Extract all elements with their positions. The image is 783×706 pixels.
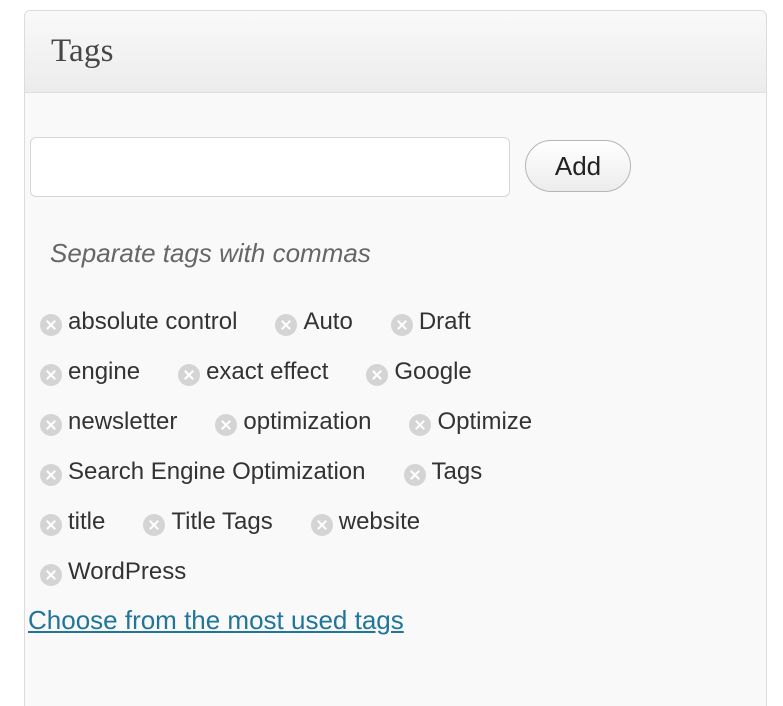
panel-title: Tags — [51, 33, 114, 69]
remove-tag-icon[interactable] — [403, 464, 426, 486]
tag-label: WordPress — [68, 558, 187, 585]
tag-item: Auto — [275, 308, 353, 336]
tag-label: newsletter — [68, 408, 178, 435]
tag-label: exact effect — [206, 358, 329, 385]
tag-label: Search Engine Optimization — [68, 458, 366, 485]
tag-item: optimization — [215, 408, 371, 436]
tag-label: absolute control — [68, 308, 238, 335]
remove-tag-icon[interactable] — [390, 314, 413, 336]
remove-tag-icon[interactable] — [409, 414, 432, 436]
tag-label: Title Tags — [171, 508, 273, 535]
remove-tag-icon[interactable] — [366, 364, 389, 386]
remove-tag-icon[interactable] — [40, 514, 62, 536]
add-tag-button[interactable]: Add — [525, 140, 631, 192]
tag-row: engine exact effect Google — [40, 347, 730, 397]
tag-item: title — [40, 508, 105, 536]
tag-item: Search Engine Optimization — [40, 458, 366, 486]
remove-tag-icon[interactable] — [40, 564, 62, 586]
tag-item: website — [310, 508, 421, 536]
tag-label: Tags — [431, 458, 483, 485]
tag-item: absolute control — [40, 308, 237, 336]
tag-row: WordPress — [40, 547, 730, 597]
tag-label: Google — [394, 358, 472, 385]
tag-item: Title Tags — [143, 508, 273, 536]
tag-label: Optimize — [437, 408, 533, 435]
tag-row: Search Engine Optimization Tags — [40, 447, 730, 497]
tag-item: exact effect — [178, 358, 328, 386]
tag-hint-text: Separate tags with commas — [50, 238, 371, 268]
remove-tag-icon[interactable] — [40, 314, 62, 336]
tag-row: absolute control Auto Draft — [40, 297, 730, 347]
tag-label: optimization — [243, 408, 372, 435]
tag-row: title Title Tags website — [40, 497, 730, 547]
remove-tag-icon[interactable] — [178, 364, 201, 386]
tag-item: Tags — [403, 458, 483, 486]
remove-tag-icon[interactable] — [310, 514, 333, 536]
new-tag-input[interactable] — [30, 137, 510, 197]
tag-item: engine — [40, 358, 140, 386]
remove-tag-icon[interactable] — [40, 364, 62, 386]
tag-checklist: absolute control Auto Draft engine exact… — [40, 297, 730, 597]
tag-label: Draft — [418, 308, 471, 335]
tag-item: Google — [366, 358, 472, 386]
tag-label: engine — [68, 358, 141, 385]
tag-item: newsletter — [40, 408, 177, 436]
tag-item: WordPress — [40, 558, 186, 586]
tag-label: website — [338, 508, 421, 535]
tag-item: Draft — [390, 308, 471, 336]
remove-tag-icon[interactable] — [143, 514, 166, 536]
tag-label: Auto — [303, 308, 353, 335]
remove-tag-icon[interactable] — [215, 414, 238, 436]
tag-row: newsletter optimization Optimize — [40, 397, 730, 447]
tag-item: Optimize — [409, 408, 532, 436]
panel-header[interactable]: Tags — [25, 11, 766, 93]
remove-tag-icon[interactable] — [275, 314, 298, 336]
most-used-tags-link[interactable]: Choose from the most used tags — [28, 605, 404, 636]
tag-label: title — [68, 508, 106, 535]
remove-tag-icon[interactable] — [40, 414, 62, 436]
remove-tag-icon[interactable] — [40, 464, 62, 486]
